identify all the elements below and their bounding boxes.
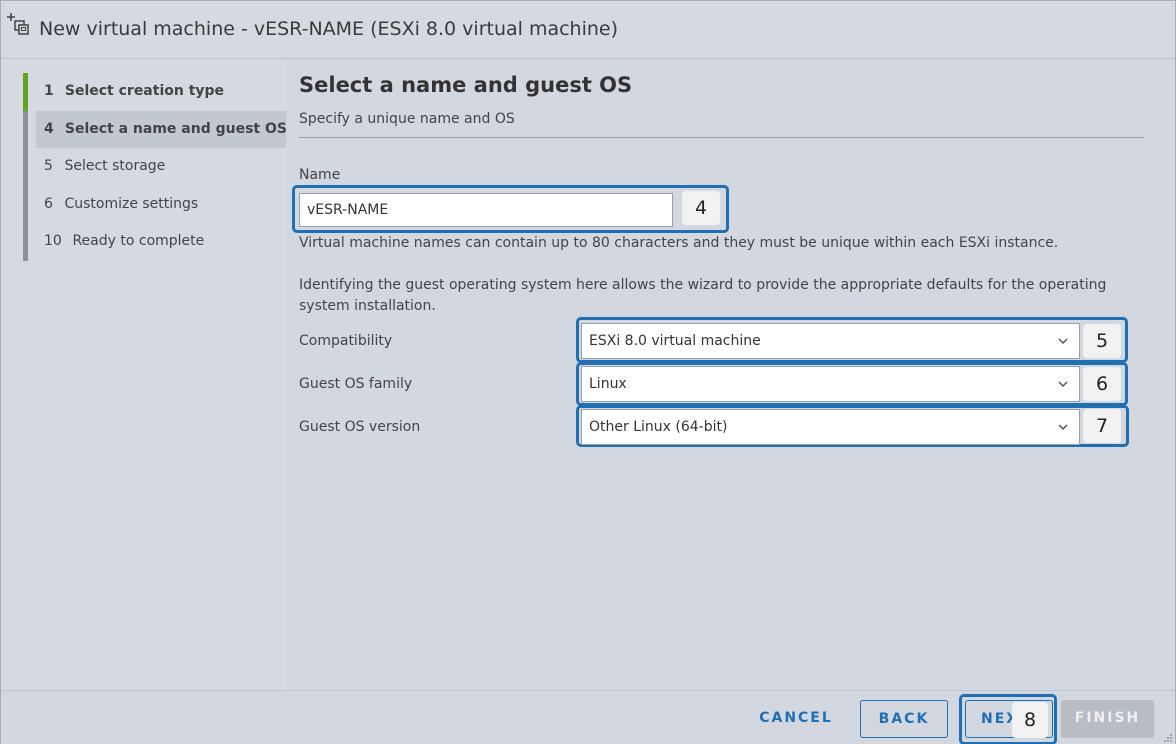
callout-badge-compatibility: 5 (1083, 324, 1121, 358)
resize-grip-icon[interactable] (1163, 733, 1173, 743)
dialog-titlebar: New virtual machine - vESR-NAME (ESXi 8.… (1, 1, 1175, 59)
callout-badge-next: 8 (1012, 702, 1048, 738)
step-label: Select creation type (64, 83, 225, 99)
step-number: 1 (44, 83, 54, 99)
cancel-button[interactable]: CANCEL (751, 700, 841, 738)
step-number: 4 (44, 120, 54, 137)
step-ready-to-complete[interactable]: 10 Ready to complete (23, 223, 286, 261)
vm-name-input[interactable] (299, 193, 673, 227)
add-vm-icon (3, 9, 33, 39)
step-number: 6 (44, 195, 53, 212)
guest-os-version-select[interactable]: Other Linux (64-bit) (581, 409, 1080, 445)
new-vm-wizard-dialog: New virtual machine - vESR-NAME (ESXi 8.… (0, 0, 1176, 744)
wizard-main-panel: Select a name and guest OS Specify a uni… (286, 59, 1175, 690)
compatibility-label: Compatibility (299, 333, 393, 349)
guest-os-info-text: Identifying the guest operating system h… (299, 277, 1107, 314)
callout-badge-name: 4 (682, 191, 720, 225)
page-title: Select a name and guest OS (299, 73, 633, 97)
step-customize-settings[interactable]: 6 Customize settings (23, 185, 286, 223)
guest-os-family-label: Guest OS family (299, 376, 413, 392)
step-select-creation-type[interactable]: 1 Select creation type (23, 73, 286, 111)
chevron-down-icon (1058, 338, 1068, 345)
step-number: 5 (44, 158, 53, 174)
header-divider (299, 137, 1144, 138)
guest-os-family-select[interactable]: Linux (581, 366, 1080, 402)
callout-badge-guest-os-family: 6 (1083, 367, 1121, 401)
guest-os-family-selected-value: Linux (589, 376, 627, 392)
page-subtitle: Specify a unique name and OS (299, 111, 515, 127)
wizard-footer: CANCEL BACK NEXT 8 FINISH (1, 690, 1175, 744)
back-button[interactable]: BACK (860, 700, 948, 738)
dialog-title: New virtual machine - vESR-NAME (ESXi 8.… (39, 18, 619, 40)
step-number: 10 (44, 233, 62, 249)
step-select-name-and-guest-os[interactable]: 4 Select a name and guest OS (23, 110, 287, 148)
wizard-steps-list: 1 Select creation type 4 Select a name a… (23, 73, 287, 261)
step-label: Customize settings (64, 195, 199, 212)
step-label: Ready to complete (72, 233, 205, 249)
name-help-text: Virtual machine names can contain up to … (299, 235, 1059, 251)
step-label: Select storage (64, 158, 166, 174)
chevron-down-icon (1058, 381, 1068, 388)
wizard-steps-sidebar: 1 Select creation type 4 Select a name a… (1, 59, 287, 690)
name-field-label: Name (299, 167, 341, 183)
step-label: Select a name and guest OS (64, 120, 287, 137)
compatibility-select[interactable]: ESXi 8.0 virtual machine (581, 323, 1080, 359)
guest-os-version-selected-value: Other Linux (64-bit) (589, 419, 728, 435)
step-select-storage[interactable]: 5 Select storage (23, 148, 286, 186)
finish-button: FINISH (1061, 700, 1154, 738)
chevron-down-icon (1058, 424, 1068, 431)
guest-os-version-label: Guest OS version (299, 419, 421, 435)
compatibility-selected-value: ESXi 8.0 virtual machine (589, 333, 761, 349)
callout-badge-guest-os-version: 7 (1083, 409, 1121, 443)
